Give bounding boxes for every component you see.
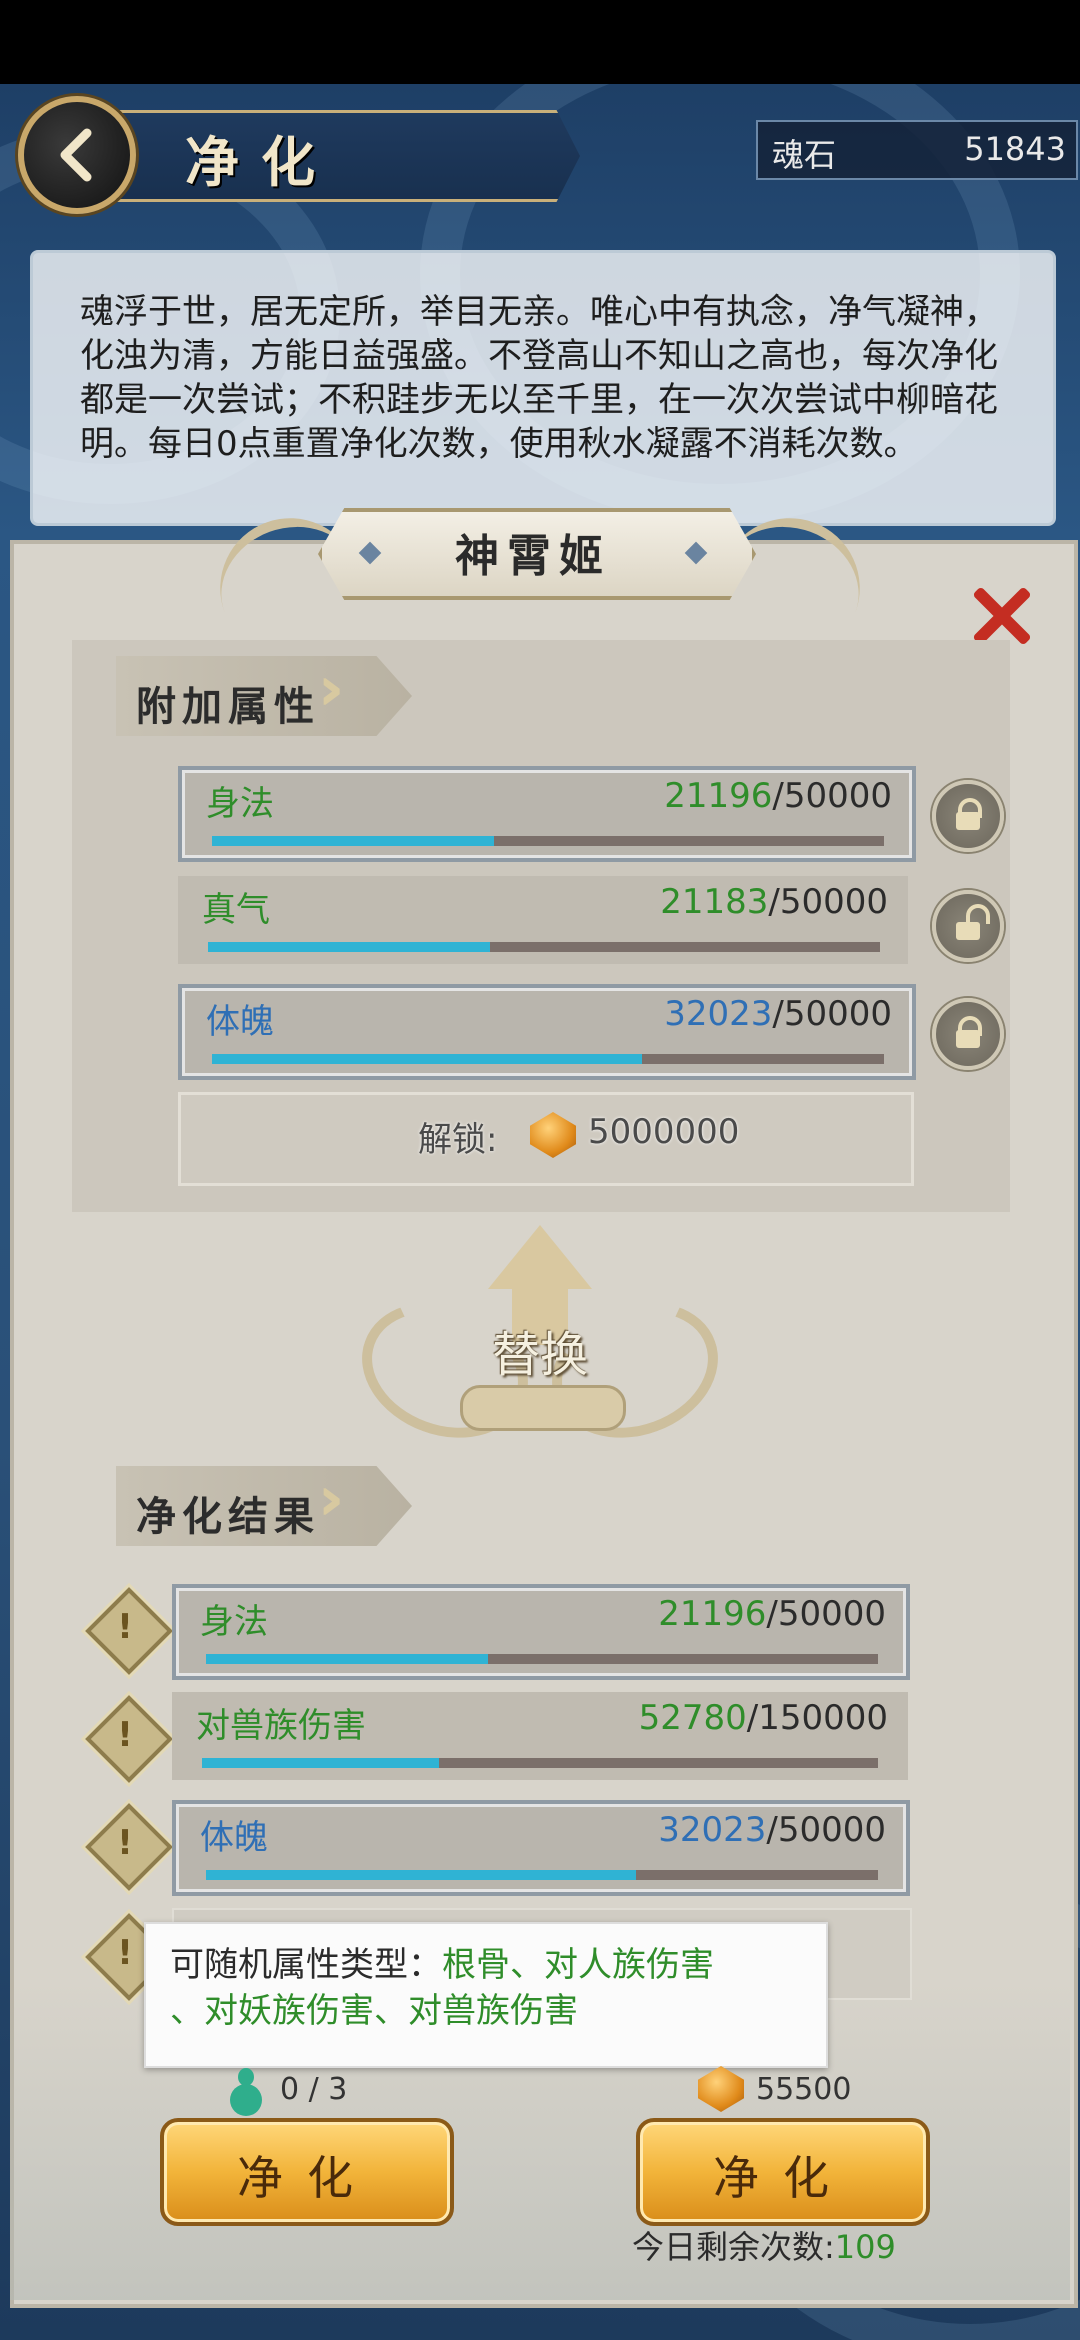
remaining-count: 今日剩余次数:109 bbox=[632, 2222, 896, 2268]
unlock-cost: 5000000 bbox=[588, 1112, 740, 1152]
attr-bar-fill bbox=[208, 942, 491, 952]
attr-value: 21196/50000 bbox=[664, 776, 892, 816]
chevron-right-icon: ››› bbox=[318, 654, 346, 724]
attr-bar-fill bbox=[206, 1870, 637, 1880]
up-arrow-icon bbox=[488, 1225, 592, 1289]
result-title: 净化结果 bbox=[136, 1493, 320, 1540]
attr-name: 身法 bbox=[200, 1602, 268, 1642]
attached-row: 真气 21183/50000 bbox=[178, 876, 908, 964]
unlock-icon bbox=[966, 904, 990, 924]
attr-bar bbox=[206, 1870, 878, 1880]
attr-value: 32023/50000 bbox=[664, 994, 892, 1034]
currency-display: 魂石 51843 bbox=[756, 120, 1078, 180]
attr-name: 体魄 bbox=[206, 1002, 274, 1042]
attr-value: 21183/50000 bbox=[660, 882, 888, 922]
exclamation-icon: ! bbox=[117, 1715, 133, 1755]
attr-bar-fill bbox=[212, 836, 495, 846]
attr-value: 52780/150000 bbox=[638, 1698, 888, 1738]
attr-name: 体魄 bbox=[200, 1818, 268, 1858]
attached-title: 附加属性 bbox=[136, 683, 320, 730]
attr-bar bbox=[212, 836, 884, 846]
description-text: 魂浮于世，居无定所，举目无亲。唯心中有执念，净气凝神，化浊为清，方能日益强盛。不… bbox=[80, 292, 998, 464]
lock-button[interactable] bbox=[932, 780, 1004, 852]
tooltip-list-continued: 、对妖族伤害、对兽族伤害 bbox=[170, 1991, 578, 2031]
currency-value: 51843 bbox=[964, 130, 1066, 168]
attr-bar-fill bbox=[202, 1758, 439, 1768]
lock-icon-body bbox=[956, 812, 980, 830]
remaining-label: 今日剩余次数: bbox=[632, 2228, 835, 2266]
back-button[interactable] bbox=[18, 96, 136, 214]
result-row: 身法 21196/50000 bbox=[172, 1584, 910, 1680]
exclamation-icon: ! bbox=[117, 1607, 133, 1647]
attr-name: 身法 bbox=[206, 784, 274, 824]
unlock-label: 解锁: bbox=[418, 1120, 498, 1160]
attr-bar bbox=[212, 1054, 884, 1064]
attribute-types-tooltip: 可随机属性类型：根骨、对人族伤害、对妖族伤害、对兽族伤害 bbox=[144, 1922, 828, 2068]
attr-bar bbox=[206, 1654, 878, 1664]
character-name: 神霄姬 bbox=[455, 531, 611, 582]
ornament-base bbox=[460, 1385, 626, 1431]
back-arrow-icon bbox=[60, 128, 92, 182]
chevron-right-icon: ››› bbox=[318, 1464, 346, 1534]
attr-bar-fill bbox=[206, 1654, 489, 1664]
attr-bar bbox=[202, 1758, 878, 1768]
attached-row: 体魄 32023/50000 bbox=[178, 984, 916, 1080]
title-plate bbox=[110, 110, 580, 202]
lock-icon-body bbox=[956, 1030, 980, 1048]
tooltip-list: 根骨、对人族伤害 bbox=[442, 1945, 714, 1985]
purify-button-label: 净化 bbox=[237, 2151, 377, 2205]
tooltip-prefix: 可随机属性类型： bbox=[170, 1945, 442, 1985]
exclamation-icon: ! bbox=[117, 1823, 133, 1863]
lock-button[interactable] bbox=[932, 998, 1004, 1070]
page-title: 净化 bbox=[185, 130, 337, 194]
attached-row: 身法 21196/50000 bbox=[178, 766, 916, 862]
attr-value: 32023/50000 bbox=[658, 1810, 886, 1850]
purify-button-label: 净化 bbox=[713, 2151, 853, 2205]
unlock-button[interactable] bbox=[932, 890, 1004, 962]
purify-with-gem-button[interactable]: 净化 bbox=[636, 2118, 930, 2226]
swap-label: 替换 bbox=[491, 1327, 588, 1383]
attr-name: 真气 bbox=[202, 890, 270, 930]
gem-cost: 55500 bbox=[756, 2072, 852, 2107]
tooltip-text: 可随机属性类型：根骨、对人族伤害、对妖族伤害、对兽族伤害 bbox=[170, 1942, 820, 2034]
gourd-icon bbox=[226, 2068, 266, 2118]
currency-label: 魂石 bbox=[772, 136, 837, 174]
result-row: 体魄 32023/50000 bbox=[172, 1800, 910, 1896]
remaining-value: 109 bbox=[834, 2228, 896, 2266]
item-count: 0 / 3 bbox=[280, 2072, 348, 2107]
close-icon[interactable] bbox=[968, 584, 1032, 648]
attr-name: 对兽族伤害 bbox=[196, 1706, 366, 1746]
attr-bar-fill bbox=[212, 1054, 643, 1064]
result-row: 对兽族伤害 52780/150000 bbox=[172, 1692, 908, 1780]
attr-value: 21196/50000 bbox=[658, 1594, 886, 1634]
attr-bar bbox=[208, 942, 880, 952]
purify-with-item-button[interactable]: 净化 bbox=[160, 2118, 454, 2226]
unlock-icon-body bbox=[956, 922, 980, 940]
swap-button[interactable]: 替换 bbox=[342, 1225, 738, 1461]
